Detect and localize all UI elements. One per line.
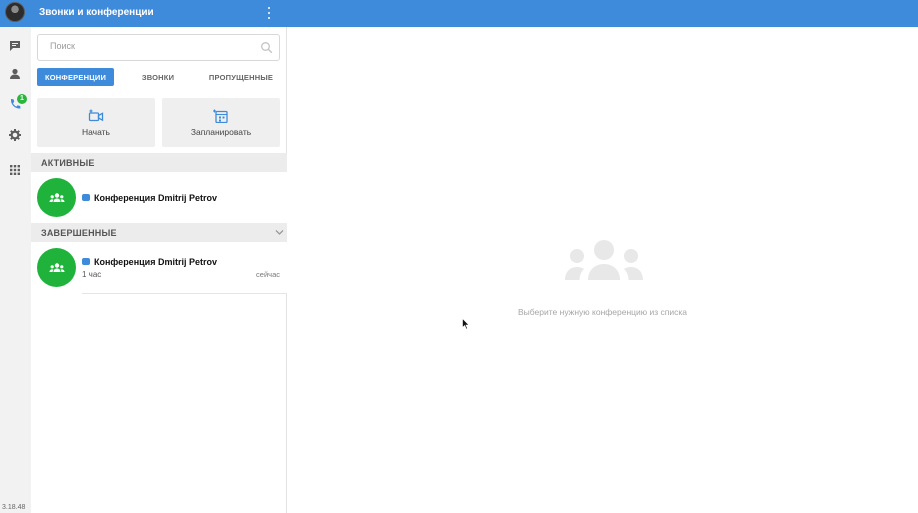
list-item[interactable]: Конференция Dmitrij Petrov xyxy=(31,172,287,223)
start-conference-button[interactable]: Начать xyxy=(37,98,155,147)
start-label: Начать xyxy=(82,127,110,137)
section-active-title: АКТИВНЫЕ xyxy=(41,158,95,168)
section-finished-title: ЗАВЕРШЕННЫЕ xyxy=(41,228,117,238)
search-icon[interactable] xyxy=(260,41,273,54)
chevron-down-icon[interactable] xyxy=(274,227,285,238)
search-box xyxy=(37,34,280,61)
tab-conferences[interactable]: КОНФЕРЕНЦИИ xyxy=(37,68,114,86)
contact-icon[interactable] xyxy=(8,67,22,81)
panel-title: Звонки и конференции xyxy=(39,7,154,18)
conference-name: Конференция Dmitrij Petrov xyxy=(94,193,217,203)
main-header xyxy=(287,0,918,27)
nav-rail: 1 3.18.48 xyxy=(0,0,31,513)
app-window: 1 3.18.48 Звонки и конференции КОНФЕРЕНЦ… xyxy=(0,0,918,513)
list-item[interactable]: Конференция Dmitrij Petrov 1 час сейчас xyxy=(31,242,287,293)
conference-avatar xyxy=(37,178,76,217)
tab-missed[interactable]: ПРОПУЩЕННЫЕ xyxy=(203,68,279,86)
conference-duration: 1 час xyxy=(82,270,102,279)
section-active: АКТИВНЫЕ xyxy=(31,153,287,172)
video-camera-icon xyxy=(82,194,90,201)
divider xyxy=(82,293,287,294)
conference-avatar xyxy=(37,248,76,287)
chat-icon[interactable] xyxy=(8,39,22,53)
missed-calls-badge: 1 xyxy=(17,94,27,104)
calls-panel: Звонки и конференции КОНФЕРЕНЦИИ ЗВОНКИ … xyxy=(31,0,287,513)
mouse-cursor-icon xyxy=(462,318,470,330)
gear-icon[interactable] xyxy=(8,128,22,142)
app-version: 3.18.48 xyxy=(2,504,26,511)
calendar-add-icon xyxy=(213,109,228,123)
empty-state-text: Выберите нужную конференцию из списка xyxy=(518,307,687,317)
conference-name: Конференция Dmitrij Petrov xyxy=(94,257,217,267)
group-icon xyxy=(49,262,64,272)
group-icon xyxy=(565,240,643,280)
schedule-conference-button[interactable]: Запланировать xyxy=(162,98,280,147)
panel-header: Звонки и конференции xyxy=(31,0,287,27)
more-menu-icon[interactable] xyxy=(265,5,273,21)
video-camera-icon xyxy=(82,258,90,265)
user-avatar[interactable] xyxy=(5,2,25,22)
conference-time: сейчас xyxy=(256,270,280,279)
search-input[interactable] xyxy=(50,41,250,51)
group-icon xyxy=(49,192,64,202)
video-add-icon xyxy=(88,109,104,122)
main-area: Выберите нужную конференцию из списка xyxy=(287,0,918,513)
section-finished[interactable]: ЗАВЕРШЕННЫЕ xyxy=(31,223,287,242)
schedule-label: Запланировать xyxy=(190,127,252,137)
tab-calls[interactable]: ЗВОНКИ xyxy=(128,68,188,86)
apps-grid-icon[interactable] xyxy=(8,163,22,177)
